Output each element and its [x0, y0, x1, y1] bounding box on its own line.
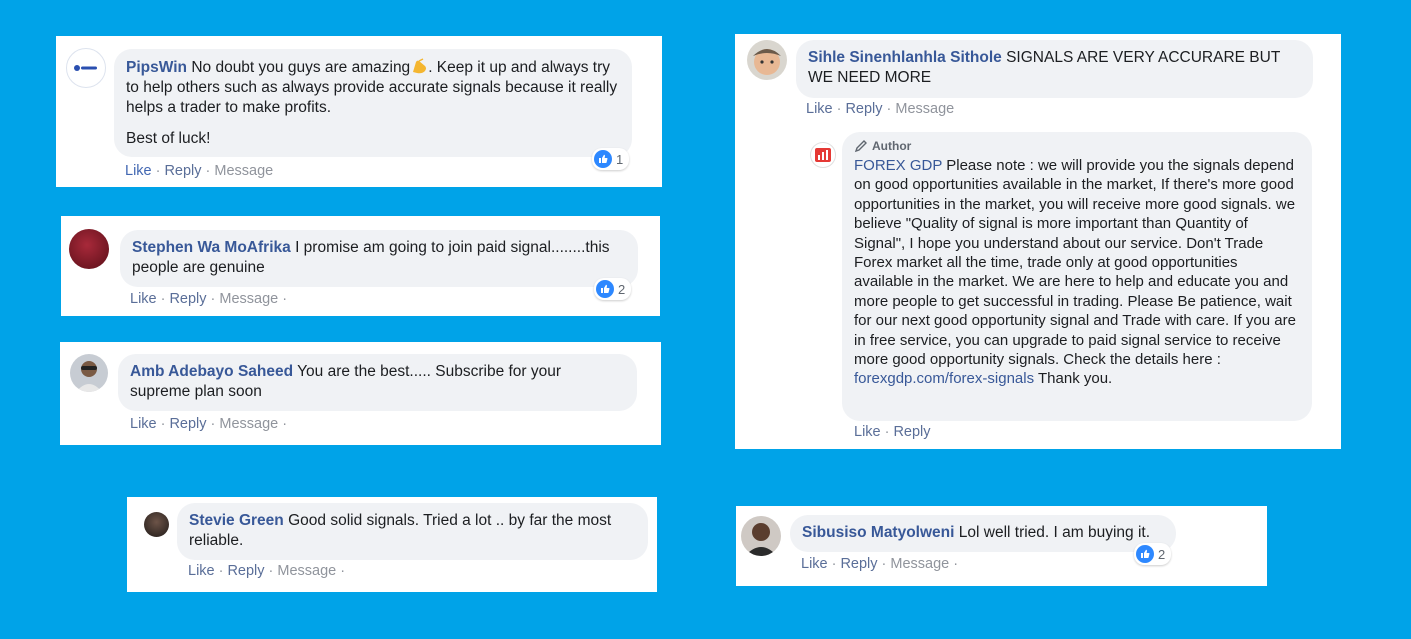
message-button[interactable]: Message	[890, 556, 949, 572]
reply-button[interactable]: Reply	[169, 291, 206, 307]
like-button[interactable]: Like	[188, 563, 215, 579]
user-avatar[interactable]	[144, 512, 169, 537]
comment-text: Please note : we will provide you the si…	[854, 157, 1296, 369]
comment-bubble: Stephen Wa MoAfrika I promise am going t…	[120, 230, 638, 287]
comment-card-stephen: Stephen Wa MoAfrika I promise am going t…	[61, 216, 660, 316]
like-button[interactable]: Like	[854, 424, 881, 440]
commenter-name[interactable]: Sihle Sinenhlanhla Sithole	[808, 49, 1002, 66]
comment-text-line2: Best of luck!	[126, 130, 211, 147]
commenter-name[interactable]: Amb Adebayo Saheed	[130, 363, 293, 380]
comment-actions: Like · Reply · Message ·	[130, 416, 288, 432]
comment-actions: Like · Reply · Message	[806, 101, 955, 117]
pipswin-logo-avatar[interactable]	[66, 48, 106, 88]
comment-card-adebayo: Amb Adebayo Saheed You are the best.....…	[60, 342, 661, 445]
comment-actions: Like · Reply · Message ·	[801, 556, 959, 572]
commenter-name[interactable]: Stevie Green	[189, 512, 284, 529]
reply-button[interactable]: Reply	[164, 163, 201, 179]
comment-bubble: Sibusiso Matyolweni Lol well tried. I am…	[790, 515, 1176, 552]
like-button[interactable]: Like	[801, 556, 828, 572]
author-badge: Author	[854, 138, 1300, 154]
forex-signals-link[interactable]: forexgdp.com/forex-signals	[854, 370, 1034, 387]
like-reaction-icon	[596, 280, 614, 298]
comment-card-pipswin: PipsWin No doubt you guys are amazing. K…	[56, 36, 662, 187]
message-button[interactable]: Message	[219, 291, 278, 307]
comment-actions: Like · Reply · Message	[125, 163, 274, 179]
reaction-count[interactable]: 2	[1134, 543, 1172, 565]
message-button[interactable]: Message	[214, 163, 273, 179]
comment-bubble: Amb Adebayo Saheed You are the best.....…	[118, 354, 637, 411]
comment-card-sihle: Sihle Sinenhlanhla Sithole SIGNALS ARE V…	[735, 34, 1341, 449]
comment-text-end: Thank you.	[1038, 370, 1113, 388]
reaction-number: 2	[1158, 546, 1166, 562]
comment-card-sibusiso: Sibusiso Matyolweni Lol well tried. I am…	[736, 506, 1267, 586]
like-reaction-icon	[1136, 545, 1154, 563]
reply-button[interactable]: Reply	[840, 556, 877, 572]
reaction-number: 1	[616, 151, 624, 167]
user-avatar[interactable]	[741, 516, 781, 556]
like-button[interactable]: Like	[125, 163, 152, 179]
reaction-number: 2	[618, 281, 626, 297]
comment-text: Lol well tried. I am buying it.	[958, 524, 1151, 541]
commenter-name[interactable]: FOREX GDP	[854, 157, 942, 174]
message-button[interactable]: Message	[895, 101, 954, 117]
reply-button[interactable]: Reply	[169, 416, 206, 432]
comment-bubble: PipsWin No doubt you guys are amazing. K…	[114, 49, 632, 157]
user-avatar[interactable]	[747, 40, 787, 80]
commenter-name[interactable]: Stephen Wa MoAfrika	[132, 239, 291, 256]
clapping-hands-emoji	[410, 58, 428, 74]
message-button[interactable]: Message	[219, 416, 278, 432]
like-reaction-icon	[594, 150, 612, 168]
forex-gdp-logo-avatar[interactable]	[810, 142, 836, 168]
reply-actions: Like · Reply	[854, 424, 931, 440]
message-button[interactable]: Message	[277, 563, 336, 579]
reply-button[interactable]: Reply	[845, 101, 882, 117]
comment-card-stevie: Stevie Green Good solid signals. Tried a…	[127, 497, 657, 592]
like-button[interactable]: Like	[130, 291, 157, 307]
reaction-count[interactable]: 2	[594, 278, 632, 300]
like-button[interactable]: Like	[130, 416, 157, 432]
user-avatar[interactable]	[69, 229, 109, 269]
comment-actions: Like · Reply · Message ·	[130, 291, 288, 307]
commenter-name[interactable]: PipsWin	[126, 59, 187, 76]
comment-bubble: Stevie Green Good solid signals. Tried a…	[177, 503, 648, 560]
comment-bubble: Sihle Sinenhlanhla Sithole SIGNALS ARE V…	[796, 40, 1313, 98]
reaction-count[interactable]: 1	[592, 148, 630, 170]
comment-text-start: No doubt you guys are amazing	[191, 59, 411, 76]
reply-button[interactable]: Reply	[893, 424, 930, 440]
comment-actions: Like · Reply · Message ·	[188, 563, 346, 579]
commenter-name[interactable]: Sibusiso Matyolweni	[802, 524, 954, 541]
user-avatar[interactable]	[70, 354, 108, 392]
author-reply-bubble: Author FOREX GDP Please note : we will p…	[842, 132, 1312, 421]
like-button[interactable]: Like	[806, 101, 833, 117]
reply-button[interactable]: Reply	[227, 563, 264, 579]
pencil-icon	[854, 139, 868, 153]
